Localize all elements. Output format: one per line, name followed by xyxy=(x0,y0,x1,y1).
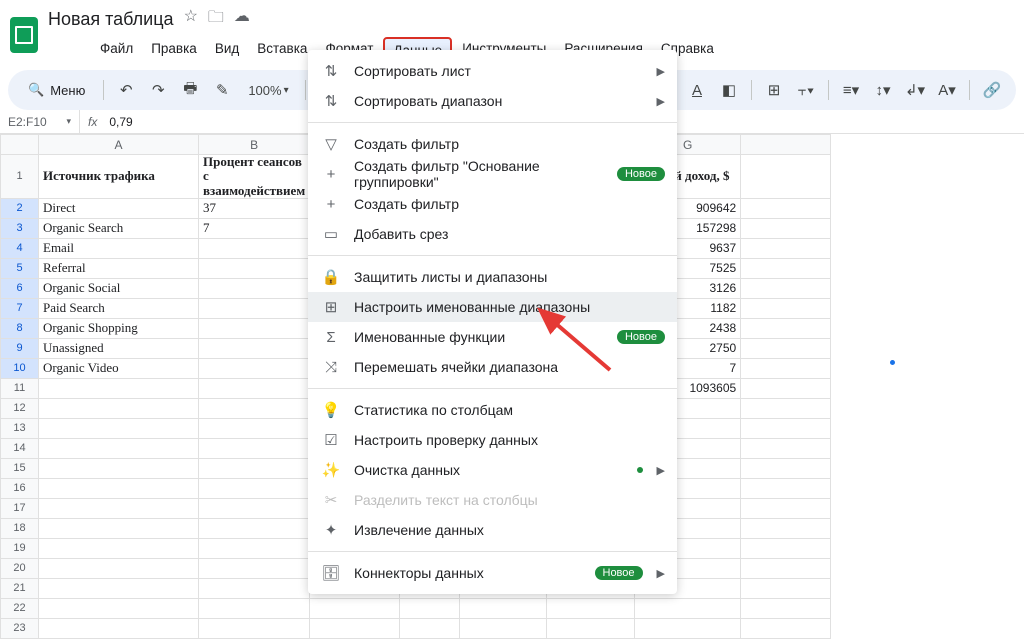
menu-item[interactable]: ⊞Настроить именованные диапазоны xyxy=(308,292,677,322)
menu-search[interactable]: 🔍 Меню xyxy=(18,78,95,102)
menu-item[interactable]: ✨Очистка данных▶ xyxy=(308,455,677,485)
fx-icon: fx xyxy=(80,115,105,129)
menu-item[interactable]: +Создать фильтр xyxy=(308,189,677,219)
menu-вставка[interactable]: Вставка xyxy=(249,37,315,64)
menu-файл[interactable]: Файл xyxy=(92,37,141,64)
menu-item[interactable]: ⇅Сортировать диапазон▶ xyxy=(308,86,677,116)
link-button[interactable]: 🔗 xyxy=(978,76,1006,104)
menu-item[interactable]: 💡Статистика по столбцам xyxy=(308,395,677,425)
redo-button[interactable]: ↷ xyxy=(144,76,172,104)
menu-item: ✂Разделить текст на столбцы xyxy=(308,485,677,515)
menu-item[interactable]: ⤨Перемешать ячейки диапазона xyxy=(308,352,677,382)
paint-format-button[interactable]: ✎ xyxy=(208,76,236,104)
menu-item[interactable]: +Создать фильтр "Основание группировки"Н… xyxy=(308,159,677,189)
print-button[interactable]: 🖶 xyxy=(176,76,204,104)
selection-handle[interactable] xyxy=(889,359,896,366)
menu-item[interactable]: ▽Создать фильтр xyxy=(308,129,677,159)
menu-item[interactable]: ⇅Сортировать лист▶ xyxy=(308,56,677,86)
data-menu-dropdown: ⇅Сортировать лист▶⇅Сортировать диапазон▶… xyxy=(308,50,677,594)
menu-item[interactable]: 🔒Защитить листы и диапазоны xyxy=(308,262,677,292)
zoom-select[interactable]: 100% ▾ xyxy=(240,76,296,104)
sheets-logo-icon[interactable] xyxy=(10,17,38,53)
menu-item[interactable]: 🗄Коннекторы данныхНовое▶ xyxy=(308,558,677,588)
menu-вид[interactable]: Вид xyxy=(207,37,247,64)
move-icon[interactable]: 🗀 xyxy=(208,6,224,33)
name-box[interactable]: E2:F10▾ xyxy=(0,110,80,133)
merge-button[interactable]: ⫟▾ xyxy=(792,76,820,104)
v-align-button[interactable]: ↕▾ xyxy=(869,76,897,104)
text-color-button[interactable]: A xyxy=(683,76,711,104)
h-align-button[interactable]: ≡▾ xyxy=(837,76,865,104)
menu-правка[interactable]: Правка xyxy=(143,37,205,64)
menu-item[interactable]: ΣИменованные функцииНовое xyxy=(308,322,677,352)
search-icon: 🔍 xyxy=(28,82,44,98)
menu-item[interactable]: ✦Извлечение данных xyxy=(308,515,677,545)
undo-button[interactable]: ↶ xyxy=(112,76,140,104)
rotate-button[interactable]: A▾ xyxy=(933,76,961,104)
fill-color-button[interactable]: ◧ xyxy=(715,76,743,104)
borders-button[interactable]: ⊞ xyxy=(760,76,788,104)
star-icon[interactable]: ☆ xyxy=(184,6,198,33)
cloud-icon[interactable]: ☁ xyxy=(234,6,250,33)
menu-item[interactable]: ☑Настроить проверку данных xyxy=(308,425,677,455)
menu-item[interactable]: ▭Добавить срез xyxy=(308,219,677,249)
doc-title[interactable]: Новая таблица xyxy=(48,9,174,30)
wrap-button[interactable]: ↲▾ xyxy=(901,76,929,104)
